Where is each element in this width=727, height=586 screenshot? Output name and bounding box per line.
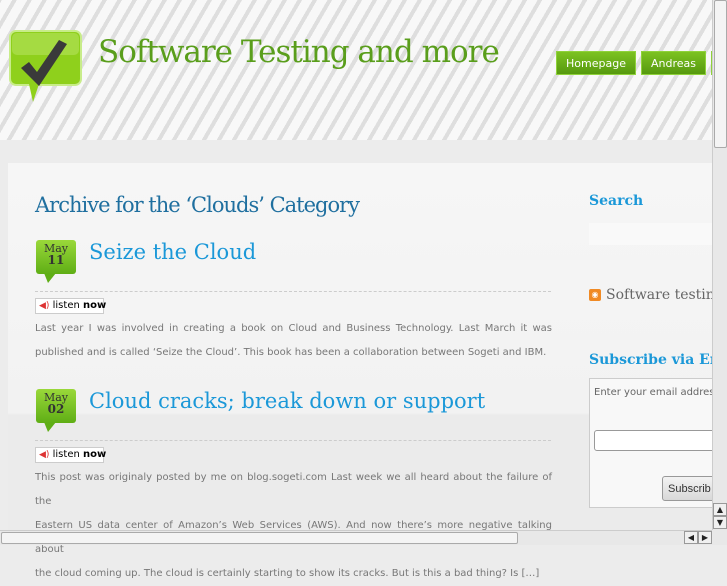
scroll-right-icon[interactable]: ▶ [698,531,712,544]
listen-label-bold: now [83,449,107,460]
main-nav: Homepage Andreas B [556,51,727,75]
scroll-up-icon[interactable]: ▲ [713,503,727,516]
date-badge: May 11 [36,240,76,283]
subscribe-form: Enter your email address Subscrib [589,378,712,508]
date-day: 11 [47,253,65,267]
listen-label-bold: now [83,300,107,311]
excerpt-line: the cloud coming up. The cloud is certai… [35,568,540,579]
listen-now-button[interactable]: ◀) listen now [35,298,107,314]
scrollbar-corner [712,530,727,545]
speaker-icon: ◀) [39,450,50,460]
listen-label: listen [52,300,80,311]
speaker-icon: ◀) [39,301,50,311]
subscribe-button[interactable]: Subscrib [662,476,712,501]
email-field[interactable] [594,430,712,451]
search-input[interactable] [589,223,712,245]
scroll-left-icon[interactable]: ◀ [684,531,698,544]
rss-icon[interactable]: ◉ [589,289,601,301]
excerpt-line: This post was originaly posted by me on … [35,472,552,507]
scroll-down-icon[interactable]: ▼ [713,516,727,529]
date-day: 02 [47,402,65,416]
listen-now-button[interactable]: ◀) listen now [35,447,107,463]
nav-andreas[interactable]: Andreas [640,51,706,75]
divider [35,440,551,441]
date-badge: May 02 [36,389,76,432]
scroll-thumb[interactable] [1,532,518,544]
divider [35,291,551,292]
post-title-link[interactable]: Cloud cracks; break down or support [89,389,485,413]
vertical-scrollbar[interactable]: ▲ ▼ [712,0,727,530]
listen-label: listen [52,449,80,460]
excerpt-line: Last year I was involved in creating a b… [35,323,552,334]
excerpt-line: published and is called ‘Seize the Cloud… [35,347,547,358]
site-title[interactable]: Software Testing and more [98,34,500,70]
page-title: Archive for the ‘Clouds’ Category [35,193,360,217]
checkmark-logo-icon[interactable] [9,30,82,102]
scroll-thumb[interactable] [714,0,727,148]
post-excerpt: This post was originaly posted by me on … [35,466,552,586]
email-label: Enter your email address [594,387,712,398]
post-title-link[interactable]: Seize the Cloud [89,240,256,264]
search-heading: Search [589,193,644,209]
horizontal-scrollbar[interactable]: ◀ ▶ [0,530,712,545]
site-header: Software Testing and more Homepage Andre… [0,0,727,140]
subscribe-heading: Subscribe via Ema [589,352,727,368]
feed-link[interactable]: Software testing [606,287,712,303]
post-excerpt: Last year I was involved in creating a b… [35,317,552,365]
nav-homepage[interactable]: Homepage [556,51,636,75]
